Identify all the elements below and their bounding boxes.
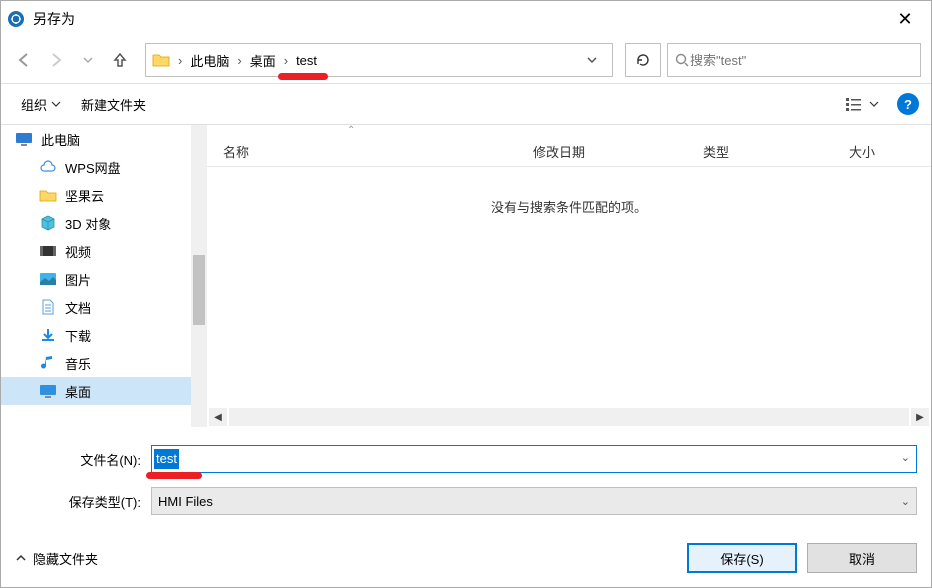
filetype-value: HMI Files <box>158 494 213 509</box>
address-bar[interactable]: › 此电脑 › 桌面 › test <box>145 43 613 77</box>
sort-indicator: ⌃ <box>207 125 931 137</box>
download-icon <box>39 326 57 344</box>
chevron-down-icon[interactable]: ⌄ <box>901 495 910 508</box>
empty-message: 没有与搜索条件匹配的项。 <box>207 167 931 407</box>
sidebar-label: 文档 <box>65 298 91 317</box>
refresh-button[interactable] <box>625 43 661 77</box>
scrollbar-thumb[interactable] <box>193 255 205 325</box>
organize-label: 组织 <box>21 95 47 114</box>
sidebar-label: 视频 <box>65 242 91 261</box>
sidebar-label: 此电脑 <box>41 130 80 149</box>
save-form: 文件名(N): test ⌄ 保存类型(T): HMI Files ⌄ <box>1 427 931 535</box>
breadcrumb-current-label: test <box>296 53 317 68</box>
cancel-button[interactable]: 取消 <box>807 543 917 573</box>
address-dropdown[interactable] <box>586 54 612 66</box>
document-icon <box>39 298 57 316</box>
column-type[interactable]: 类型 <box>699 142 845 161</box>
picture-icon <box>39 270 57 288</box>
music-icon <box>39 354 57 372</box>
sidebar-label: 桌面 <box>65 382 91 401</box>
sidebar-label: 3D 对象 <box>65 214 111 233</box>
close-button[interactable]: ✕ <box>885 9 925 30</box>
sidebar-label: 下载 <box>65 326 91 345</box>
sidebar-downloads[interactable]: 下载 <box>1 321 191 349</box>
filename-input[interactable]: test ⌄ <box>151 445 917 473</box>
sidebar-music[interactable]: 音乐 <box>1 349 191 377</box>
sidebar-label: 图片 <box>65 270 91 289</box>
sidebar-3d-objects[interactable]: 3D 对象 <box>1 209 191 237</box>
nav-row: › 此电脑 › 桌面 › test <box>1 37 931 83</box>
file-area: ⌃ 名称 修改日期 类型 大小 没有与搜索条件匹配的项。 ◀ ▶ <box>207 125 931 427</box>
sidebar: 此电脑 WPS网盘 坚果云 3D 对象 视频 图片 文档 下载 <box>1 125 191 427</box>
chevron-down-icon[interactable]: ⌄ <box>901 451 910 464</box>
sidebar-label: 坚果云 <box>65 186 104 205</box>
video-icon <box>39 242 57 260</box>
pc-icon <box>15 130 33 148</box>
title-bar: 另存为 ✕ <box>1 1 931 37</box>
breadcrumb-desktop[interactable]: 桌面 <box>244 44 282 76</box>
nav-forward-button[interactable] <box>43 47 69 73</box>
horizontal-scrollbar[interactable]: ◀ ▶ <box>207 407 931 427</box>
search-icon <box>674 52 690 68</box>
sidebar-documents[interactable]: 文档 <box>1 293 191 321</box>
footer: 隐藏文件夹 保存(S) 取消 <box>1 535 931 587</box>
sidebar-this-pc[interactable]: 此电脑 <box>1 125 191 153</box>
help-button[interactable]: ? <box>897 93 919 115</box>
scroll-track[interactable] <box>229 408 909 426</box>
sidebar-pictures[interactable]: 图片 <box>1 265 191 293</box>
view-options-button[interactable] <box>841 92 883 116</box>
folder-icon <box>146 44 176 76</box>
filetype-select[interactable]: HMI Files ⌄ <box>151 487 917 515</box>
column-headers: 名称 修改日期 类型 大小 <box>207 137 931 167</box>
sidebar-wps[interactable]: WPS网盘 <box>1 153 191 181</box>
column-name[interactable]: 名称 <box>219 142 529 161</box>
filename-label: 文件名(N): <box>15 450 151 469</box>
sidebar-label: WPS网盘 <box>65 158 121 177</box>
column-size[interactable]: 大小 <box>845 142 905 161</box>
desktop-icon <box>39 382 57 400</box>
nav-back-button[interactable] <box>11 47 37 73</box>
sidebar-label: 音乐 <box>65 354 91 373</box>
toolbar: 组织 新建文件夹 ? <box>1 83 931 125</box>
annotation-mark <box>146 472 202 479</box>
new-folder-label: 新建文件夹 <box>81 95 146 114</box>
organize-button[interactable]: 组织 <box>13 91 69 118</box>
new-folder-button[interactable]: 新建文件夹 <box>73 91 154 118</box>
app-icon <box>7 10 25 28</box>
search-box[interactable] <box>667 43 921 77</box>
hide-folders-button[interactable]: 隐藏文件夹 <box>15 549 677 568</box>
nav-up-button[interactable] <box>107 47 133 73</box>
hide-folders-label: 隐藏文件夹 <box>33 549 98 568</box>
filetype-label: 保存类型(T): <box>15 492 151 511</box>
sidebar-desktop[interactable]: 桌面 <box>1 377 191 405</box>
scroll-left-button[interactable]: ◀ <box>209 408 227 426</box>
sidebar-videos[interactable]: 视频 <box>1 237 191 265</box>
search-input[interactable] <box>690 53 914 68</box>
annotation-mark <box>278 73 328 80</box>
scroll-right-button[interactable]: ▶ <box>911 408 929 426</box>
nav-recent-dropdown[interactable] <box>75 47 101 73</box>
filename-value: test <box>154 449 179 469</box>
window-title: 另存为 <box>33 9 885 29</box>
breadcrumb-current[interactable]: test <box>290 44 323 76</box>
body-region: 此电脑 WPS网盘 坚果云 3D 对象 视频 图片 文档 下载 <box>1 125 931 427</box>
save-button[interactable]: 保存(S) <box>687 543 797 573</box>
chevron-up-icon <box>15 552 27 564</box>
column-date[interactable]: 修改日期 <box>529 142 699 161</box>
cloud-icon <box>39 158 57 176</box>
folder-icon <box>39 186 57 204</box>
sidebar-jianguo[interactable]: 坚果云 <box>1 181 191 209</box>
chevron-right-icon[interactable]: › <box>176 53 184 68</box>
sidebar-scrollbar[interactable] <box>191 125 207 427</box>
chevron-right-icon: › <box>235 53 243 68</box>
cube-icon <box>39 214 57 232</box>
chevron-right-icon: › <box>282 53 290 68</box>
breadcrumb-this-pc[interactable]: 此电脑 <box>184 44 235 76</box>
